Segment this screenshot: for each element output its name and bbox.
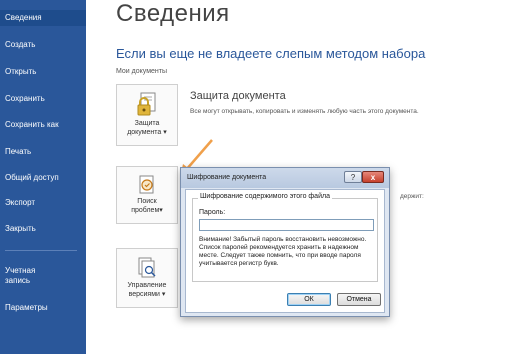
- encrypt-document-dialog: Шифрование документа ? x Шифрование соде…: [180, 167, 390, 317]
- encryption-group-title: Шифрование содержимого этого файла: [198, 193, 332, 200]
- password-label: Пароль:: [199, 209, 226, 216]
- dialog-body: Шифрование содержимого этого файла Парол…: [185, 189, 385, 313]
- cancel-button[interactable]: Отмена: [337, 293, 381, 306]
- password-input[interactable]: [199, 219, 374, 231]
- dialog-title: Шифрование документа: [187, 174, 267, 181]
- help-button[interactable]: ?: [344, 171, 362, 183]
- password-warning: Внимание! Забытый пароль восстановить не…: [199, 236, 367, 267]
- close-button[interactable]: x: [362, 171, 384, 183]
- dialog-titlebar[interactable]: Шифрование документа ? x: [181, 168, 389, 188]
- ok-button[interactable]: ОК: [287, 293, 331, 306]
